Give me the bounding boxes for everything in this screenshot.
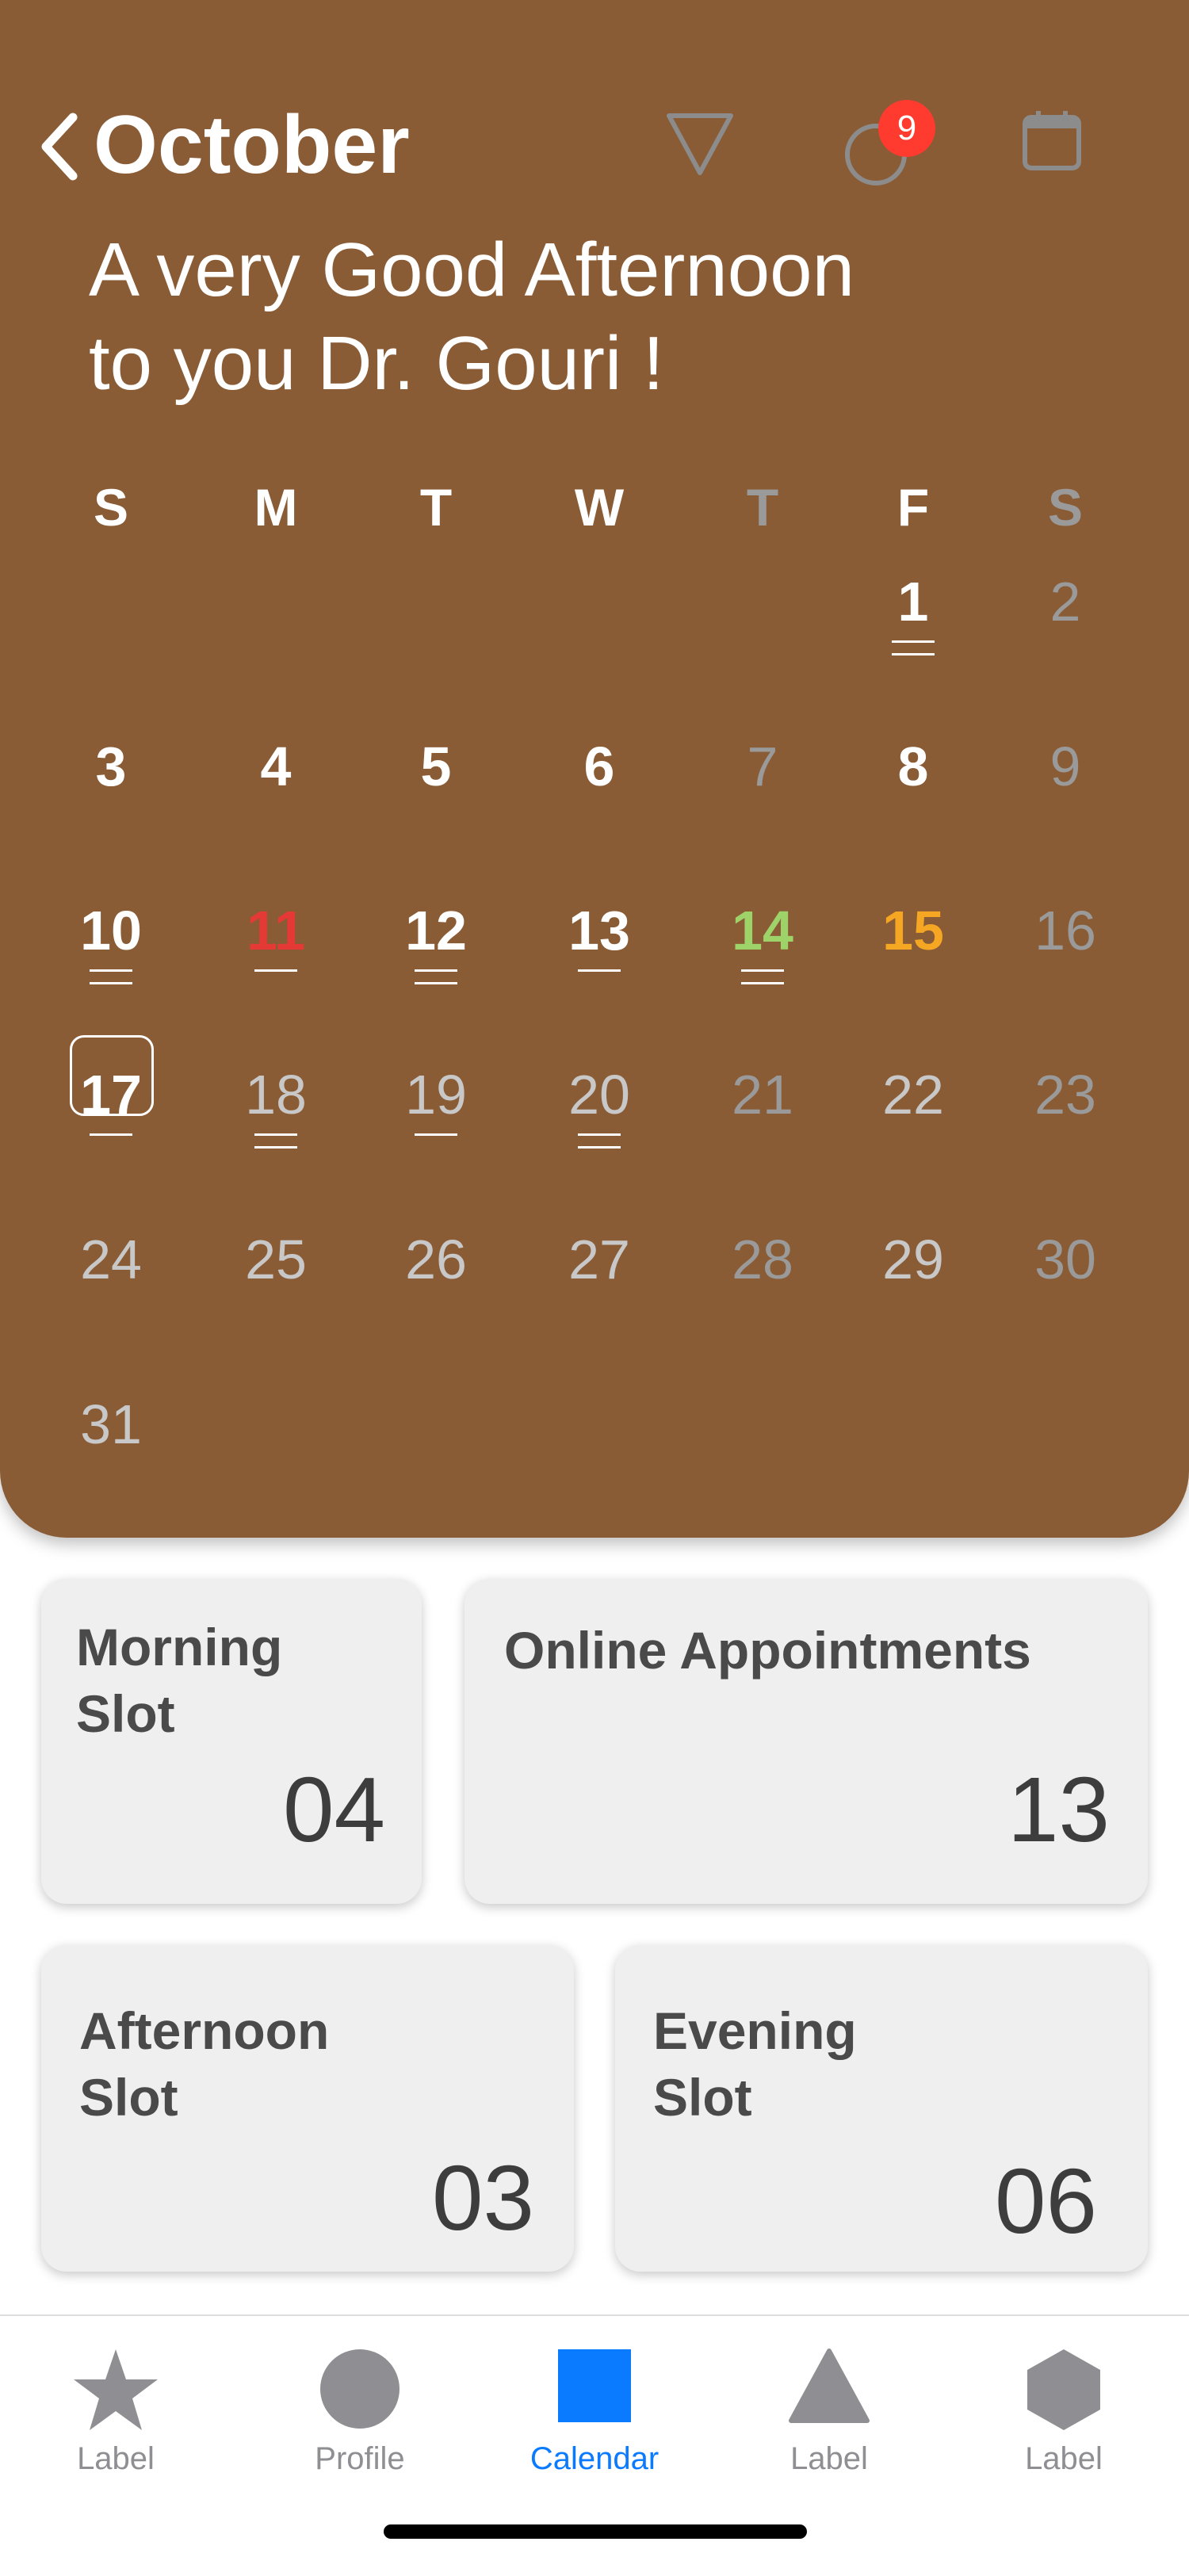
appointment-marker — [892, 640, 935, 643]
home-indicator[interactable] — [384, 2524, 807, 2539]
afternoon-slot-count: 03 — [431, 2146, 534, 2249]
evening-slot-title-line2: Slot — [653, 2068, 752, 2127]
calendar-icon[interactable] — [1021, 109, 1083, 173]
appointment-marker — [90, 982, 132, 984]
tab-label-hexagon[interactable]: Label — [969, 2332, 1159, 2490]
evening-slot-count: 06 — [994, 2150, 1097, 2253]
calendar-header: October 9 A very Good Afternoon to you D… — [0, 0, 1189, 1538]
tab-label-text: Label — [790, 2441, 868, 2476]
weekday-label: S — [93, 478, 129, 537]
greeting-text: A very Good Afternoon to you Dr. Gouri ! — [89, 224, 961, 411]
evening-slot-card[interactable]: Evening Slot 06 — [615, 1945, 1148, 2272]
calendar-day[interactable]: 20 — [544, 1051, 655, 1138]
calendar-day[interactable]: 5 — [380, 723, 491, 810]
circle-icon — [320, 2349, 400, 2429]
calendar-day[interactable]: 18 — [220, 1051, 331, 1138]
calendar-day[interactable]: 21 — [707, 1051, 818, 1138]
evening-slot-title: Evening Slot — [653, 1997, 857, 2131]
appointment-marker — [254, 1146, 297, 1148]
afternoon-slot-title-line1: Afternoon — [79, 2001, 330, 2060]
online-appointments-count: 13 — [1007, 1758, 1110, 1861]
calendar-day[interactable]: 16 — [1010, 887, 1121, 974]
star-icon — [74, 2349, 158, 2430]
afternoon-slot-title-line2: Slot — [79, 2068, 178, 2127]
appointment-marker — [578, 1133, 621, 1136]
evening-slot-title-line1: Evening — [653, 2001, 857, 2060]
tab-label-text: Calendar — [530, 2441, 659, 2476]
morning-slot-count: 04 — [282, 1758, 385, 1861]
calendar-day[interactable]: 23 — [1010, 1051, 1121, 1138]
tab-calendar[interactable]: Calendar — [499, 2332, 690, 2490]
online-appointments-card[interactable]: Online Appointments 13 — [465, 1579, 1148, 1904]
calendar-day[interactable]: 14 — [707, 887, 818, 974]
notification-badge: 9 — [878, 100, 935, 157]
appointment-marker — [415, 969, 457, 972]
morning-slot-title: Morning Slot — [76, 1614, 282, 1747]
calendar-day[interactable]: 1 — [858, 558, 969, 645]
month-title: October — [94, 99, 410, 191]
tab-label-text: Label — [1025, 2441, 1103, 2476]
weekday-label: T — [746, 478, 779, 537]
afternoon-slot-card[interactable]: Afternoon Slot 03 — [41, 1945, 574, 2272]
calendar-day-today[interactable]: 17 — [55, 1051, 166, 1138]
appointment-marker — [90, 1133, 132, 1136]
calendar-day[interactable]: 29 — [858, 1216, 969, 1303]
tab-label-text: Profile — [315, 2441, 405, 2476]
appointment-marker — [415, 982, 457, 984]
weekday-label: S — [1047, 478, 1084, 537]
calendar-day[interactable]: 26 — [380, 1216, 491, 1303]
appointment-marker — [254, 1133, 297, 1136]
calendar-day[interactable]: 10 — [55, 887, 166, 974]
appointment-marker — [254, 969, 297, 972]
appointment-marker — [415, 1133, 457, 1136]
morning-slot-title-line2: Slot — [76, 1684, 175, 1743]
appointment-marker — [578, 969, 621, 972]
weekday-label: T — [419, 478, 453, 537]
calendar-day[interactable]: 9 — [1010, 723, 1121, 810]
greeting-line-1: A very Good Afternoon — [89, 227, 854, 312]
calendar-day[interactable]: 22 — [858, 1051, 969, 1138]
tab-profile[interactable]: Profile — [265, 2332, 455, 2490]
appointment-marker — [90, 969, 132, 972]
greeting-line-2: to you Dr. Gouri ! — [89, 321, 664, 406]
weekday-label: M — [254, 478, 298, 537]
square-icon — [558, 2349, 631, 2422]
calendar-day[interactable]: 15 — [858, 887, 969, 974]
calendar-day[interactable]: 12 — [380, 887, 491, 974]
calendar-day[interactable]: 2 — [1010, 558, 1121, 645]
calendar-day[interactable]: 24 — [55, 1216, 166, 1303]
afternoon-slot-title: Afternoon Slot — [79, 1997, 329, 2131]
appointment-marker — [578, 1146, 621, 1148]
calendar-day[interactable]: 27 — [544, 1216, 655, 1303]
morning-slot-title-line1: Morning — [76, 1618, 283, 1676]
calendar-day[interactable]: 4 — [220, 723, 331, 810]
appointment-marker — [741, 982, 784, 984]
calendar-day[interactable]: 6 — [544, 723, 655, 810]
calendar-day[interactable]: 19 — [380, 1051, 491, 1138]
calendar-day[interactable]: 30 — [1010, 1216, 1121, 1303]
calendar-day[interactable]: 31 — [55, 1381, 166, 1468]
online-appointments-title: Online Appointments — [504, 1621, 1031, 1680]
filter-icon[interactable] — [664, 111, 736, 178]
calendar-day[interactable]: 7 — [707, 723, 818, 810]
calendar-day[interactable]: 13 — [544, 887, 655, 974]
calendar-day[interactable]: 8 — [858, 723, 969, 810]
tab-label-triangle[interactable]: Label — [734, 2332, 924, 2490]
appointment-marker — [741, 969, 784, 972]
back-chevron-icon[interactable] — [36, 111, 84, 182]
triangle-icon — [789, 2349, 870, 2423]
morning-slot-card[interactable]: Morning Slot 04 — [41, 1579, 422, 1904]
calendar-day[interactable]: 3 — [55, 723, 166, 810]
tab-label-text: Label — [77, 2441, 155, 2476]
calendar-day[interactable]: 28 — [707, 1216, 818, 1303]
weekday-label: W — [574, 478, 625, 537]
calendar-day[interactable]: 11 — [220, 887, 331, 974]
hexagon-icon — [1027, 2349, 1100, 2430]
appointment-marker — [892, 653, 935, 655]
calendar-day[interactable]: 25 — [220, 1216, 331, 1303]
weekday-label: F — [897, 478, 930, 537]
tab-label-star[interactable]: Label — [21, 2332, 211, 2490]
